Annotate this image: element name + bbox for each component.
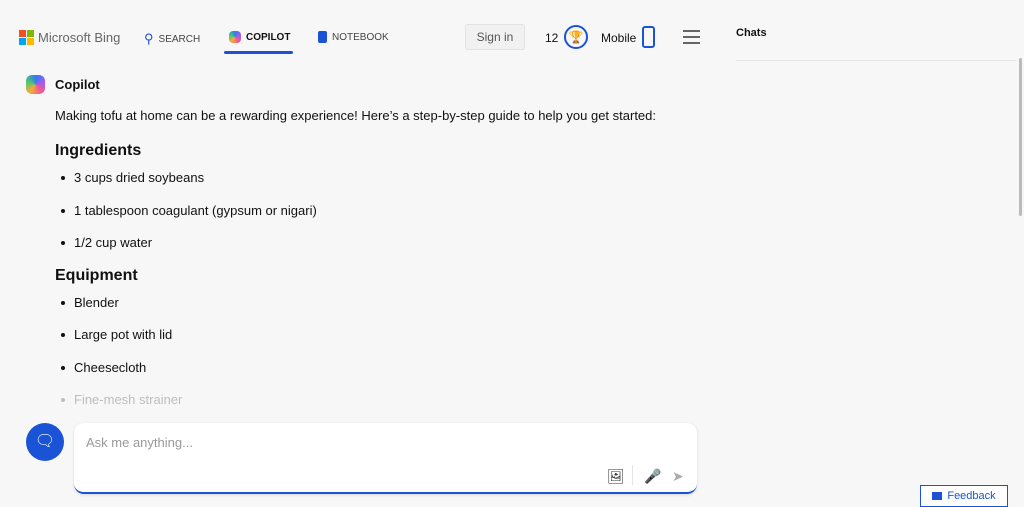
list-item: Large pot with lid: [55, 326, 705, 343]
message-content: Making tofu at home can be a rewarding e…: [55, 107, 705, 424]
brand-name: Microsoft Bing: [38, 30, 121, 45]
section-heading: Equipment: [55, 266, 138, 284]
list-item: 1 tablespoon coagulant (gypsum or nigari…: [55, 202, 705, 219]
list-item: Cheesecloth: [55, 359, 705, 376]
copilot-icon: [229, 31, 241, 43]
chats-title: Chats: [736, 27, 767, 39]
bing-logo[interactable]: Microsoft Bing: [19, 30, 120, 45]
divider: [632, 465, 633, 485]
microsoft-logo-icon: [19, 30, 34, 45]
active-tab-indicator: [224, 51, 293, 54]
feedback-button[interactable]: Feedback: [920, 485, 1008, 507]
rewards-trophy-icon[interactable]: 🏆: [564, 25, 588, 49]
top-nav: Microsoft Bing ⚲ SEARCH COPILOT NOTEBOOK …: [0, 0, 720, 60]
image-upload-icon[interactable]: 🖼: [607, 468, 625, 485]
sign-in-button[interactable]: Sign in: [465, 24, 525, 50]
feedback-label: Feedback: [947, 490, 996, 502]
copilot-avatar-icon: [26, 75, 45, 94]
rewards-points[interactable]: 12: [545, 31, 558, 45]
section-heading: Ingredients: [55, 142, 142, 159]
chat-input[interactable]: [86, 435, 646, 450]
tab-label: SEARCH: [158, 33, 201, 45]
search-icon: ⚲: [144, 31, 154, 46]
divider: [736, 60, 1016, 61]
message-author: Copilot: [26, 75, 100, 94]
tab-label: NOTEBOOK: [332, 31, 389, 43]
feedback-icon: [932, 492, 943, 500]
intro-text: Making tofu at home can be a rewarding e…: [55, 108, 657, 123]
new-chat-icon: 🗨: [34, 433, 56, 450]
tab-search[interactable]: ⚲ SEARCH: [144, 31, 200, 47]
list-item: Blender: [55, 294, 705, 311]
list-item: Fine-mesh strainer: [55, 391, 705, 408]
chat-composer: 🖼 🎤 ➤: [74, 423, 697, 494]
tab-notebook[interactable]: NOTEBOOK: [318, 31, 389, 43]
new-topic-button[interactable]: 🗨: [26, 423, 64, 461]
tab-label: COPILOT: [246, 31, 291, 43]
hamburger-menu-icon[interactable]: [683, 30, 700, 48]
mobile-link[interactable]: Mobile: [601, 31, 636, 45]
tab-copilot[interactable]: COPILOT: [229, 31, 290, 43]
scrollbar[interactable]: [1019, 58, 1022, 216]
microphone-icon[interactable]: 🎤: [644, 468, 661, 485]
list-item: 3 cups dried soybeans: [55, 169, 705, 186]
notebook-icon: [318, 31, 327, 43]
list-item: 1/2 cup water: [55, 234, 705, 251]
author-name: Copilot: [55, 77, 100, 92]
phone-icon[interactable]: [642, 26, 655, 48]
send-icon[interactable]: ➤: [672, 468, 684, 485]
